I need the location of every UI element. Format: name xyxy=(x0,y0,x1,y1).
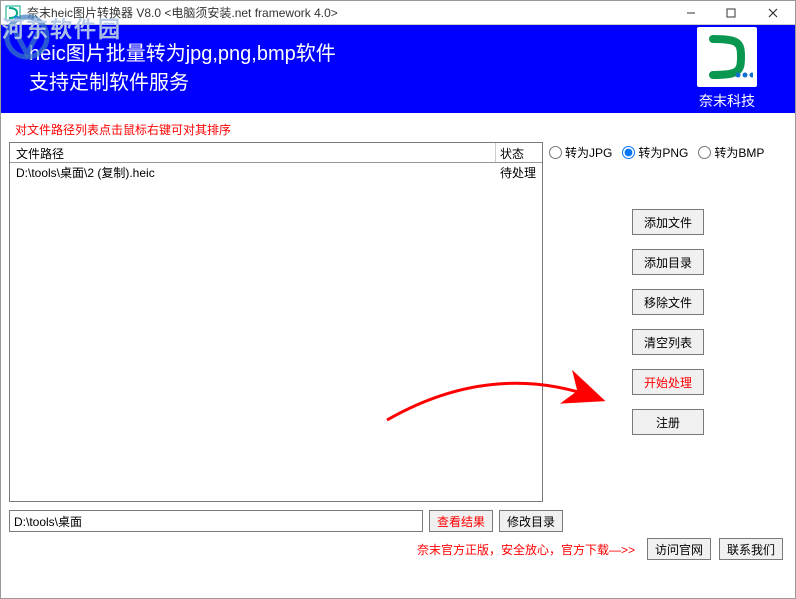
app-icon xyxy=(5,5,21,21)
footer-text: 奈末官方正版，安全放心，官方下载—>> xyxy=(417,541,635,558)
radio-jpg-input[interactable] xyxy=(549,146,562,159)
output-row: 查看结果 修改目录 xyxy=(9,510,787,532)
app-window: 奈末heic图片转换器 V8.0 <电脑须安装.net framework 4.… xyxy=(0,0,796,599)
remove-file-button[interactable]: 移除文件 xyxy=(632,289,704,315)
file-list[interactable]: 文件路径 状态 D:\tools\桌面\2 (复制).heic 待处理 xyxy=(9,142,543,502)
banner-line1: heic图片批量转为jpg,png,bmp软件 xyxy=(29,40,336,69)
side-panel: 转为JPG 转为PNG 转为BMP 添加文件 添加目录 移除文件 清空列 xyxy=(549,142,787,502)
cell-status: 待处理 xyxy=(496,163,542,181)
banner-right: 奈末科技 xyxy=(697,27,757,111)
clear-list-button[interactable]: 清空列表 xyxy=(632,329,704,355)
cell-path: D:\tools\桌面\2 (复制).heic xyxy=(10,163,496,181)
brand-logo-icon xyxy=(697,27,757,87)
col-header-status[interactable]: 状态 xyxy=(496,143,542,162)
radio-jpg[interactable]: 转为JPG xyxy=(549,144,612,161)
banner-line2: 支持定制软件服务 xyxy=(29,69,336,98)
visit-site-button[interactable]: 访问官网 xyxy=(647,538,711,560)
view-result-button[interactable]: 查看结果 xyxy=(429,510,493,532)
brand-name: 奈末科技 xyxy=(699,91,755,111)
radio-bmp[interactable]: 转为BMP xyxy=(698,144,764,161)
banner: heic图片批量转为jpg,png,bmp软件 支持定制软件服务 奈末科技 xyxy=(1,25,795,113)
table-row[interactable]: D:\tools\桌面\2 (复制).heic 待处理 xyxy=(10,163,542,181)
radio-bmp-label: 转为BMP xyxy=(714,144,764,161)
window-title: 奈末heic图片转换器 V8.0 <电脑须安装.net framework 4.… xyxy=(25,4,671,21)
radio-png[interactable]: 转为PNG xyxy=(622,144,688,161)
add-dir-button[interactable]: 添加目录 xyxy=(632,249,704,275)
window-controls xyxy=(671,1,795,24)
output-path-input[interactable] xyxy=(9,510,423,532)
radio-jpg-label: 转为JPG xyxy=(565,144,612,161)
sort-hint: 对文件路径列表点击鼠标右键可对其排序 xyxy=(9,119,787,142)
radio-png-label: 转为PNG xyxy=(638,144,688,161)
main-area: 文件路径 状态 D:\tools\桌面\2 (复制).heic 待处理 转为JP… xyxy=(9,142,787,502)
add-file-button[interactable]: 添加文件 xyxy=(632,209,704,235)
start-process-button[interactable]: 开始处理 xyxy=(632,369,704,395)
titlebar: 奈末heic图片转换器 V8.0 <电脑须安装.net framework 4.… xyxy=(1,1,795,25)
contact-button[interactable]: 联系我们 xyxy=(719,538,783,560)
maximize-button[interactable] xyxy=(711,1,751,24)
col-header-path[interactable]: 文件路径 xyxy=(10,143,496,162)
action-buttons: 添加文件 添加目录 移除文件 清空列表 开始处理 注册 xyxy=(549,209,787,435)
minimize-button[interactable] xyxy=(671,1,711,24)
register-button[interactable]: 注册 xyxy=(632,409,704,435)
format-radio-group: 转为JPG 转为PNG 转为BMP xyxy=(549,142,787,165)
change-dir-button[interactable]: 修改目录 xyxy=(499,510,563,532)
footer-row: 奈末官方正版，安全放心，官方下载—>> 访问官网 联系我们 xyxy=(9,538,787,560)
radio-png-input[interactable] xyxy=(622,146,635,159)
list-header: 文件路径 状态 xyxy=(10,143,542,163)
content: 对文件路径列表点击鼠标右键可对其排序 文件路径 状态 D:\tools\桌面\2… xyxy=(1,113,795,598)
radio-bmp-input[interactable] xyxy=(698,146,711,159)
close-button[interactable] xyxy=(751,1,795,24)
banner-text: heic图片批量转为jpg,png,bmp软件 支持定制软件服务 xyxy=(29,40,336,98)
